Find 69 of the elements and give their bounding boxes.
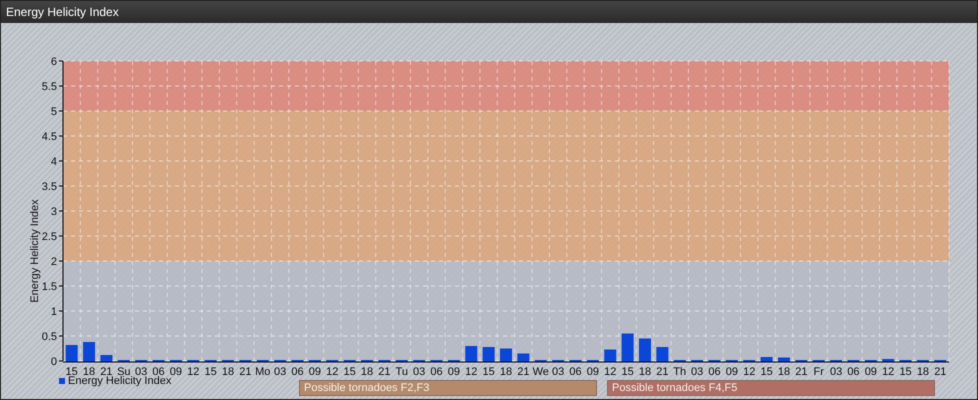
x-tick-label: 06 xyxy=(569,366,582,375)
x-tick-label: Mo xyxy=(255,366,270,375)
y-tick-label: 1.5 xyxy=(42,281,57,293)
y-tick-label: 2.5 xyxy=(42,231,57,243)
y-tick-label: 0 xyxy=(50,356,57,368)
x-tick-label: 06 xyxy=(152,366,165,375)
x-tick-label: We xyxy=(532,366,549,375)
x-tick-label: 21 xyxy=(517,366,530,375)
y-tick-label: 4 xyxy=(50,156,57,168)
y-tick-label: 5 xyxy=(50,106,57,118)
x-tick-label: 09 xyxy=(308,366,322,375)
x-tick-label: 15 xyxy=(899,366,912,375)
x-tick-label: 03 xyxy=(830,366,842,375)
x-tick-label: 15 xyxy=(760,366,773,375)
x-tick-label: Tu xyxy=(396,366,408,375)
y-tick-label: 5.5 xyxy=(42,81,57,93)
x-tick-label: 21 xyxy=(656,366,668,375)
x-tick-label: 18 xyxy=(778,366,790,375)
x-tick-label: 12 xyxy=(882,366,894,375)
x-tick-label: 12 xyxy=(465,366,478,375)
y-tick-label: 3 xyxy=(50,206,57,218)
x-tick-label: 06 xyxy=(708,366,721,375)
x-tick-label: 12 xyxy=(604,366,616,375)
x-tick-label: 09 xyxy=(448,366,460,375)
window-title: Energy Helicity Index xyxy=(1,1,977,23)
x-tick-label: 15 xyxy=(66,366,78,375)
y-tick-label: 2 xyxy=(50,256,57,268)
y-axis-title: Energy Helicity Index xyxy=(29,199,41,303)
x-tick-label: 03 xyxy=(690,366,704,375)
tornado-zone-label: Possible tornadoes F4,F5 xyxy=(607,380,935,396)
x-tick-label: 09 xyxy=(864,366,877,375)
x-tick-label: 18 xyxy=(638,366,652,375)
x-tick-label: 15 xyxy=(621,366,634,375)
x-tick-label: 06 xyxy=(291,366,304,375)
x-tick-label: 06 xyxy=(430,366,443,375)
x-tick-label: 18 xyxy=(500,366,512,375)
x-tick-label: Su xyxy=(117,366,131,375)
y-tick-label: 6 xyxy=(50,56,57,68)
x-tick-label: 21 xyxy=(378,366,391,375)
x-tick-label: 18 xyxy=(222,366,234,375)
legend-label: Energy Helicity Index xyxy=(68,375,172,387)
x-tick-label: 03 xyxy=(135,366,148,375)
x-tick-label: 18 xyxy=(916,366,930,375)
x-tick-label: 09 xyxy=(170,366,182,375)
x-tick-label: 12 xyxy=(187,366,200,375)
y-tick-label: 1 xyxy=(50,306,57,318)
x-tick-label: 12 xyxy=(326,366,338,375)
x-tick-label: 15 xyxy=(482,366,495,375)
x-tick-label: 21 xyxy=(239,366,252,375)
x-tick-label: Fr xyxy=(814,366,824,375)
x-tick-label: 03 xyxy=(274,366,286,375)
x-tick-label: 21 xyxy=(934,366,946,375)
y-tick-label: 0.5 xyxy=(42,331,57,343)
x-tick-label: 15 xyxy=(344,366,356,375)
x-tick-label: 06 xyxy=(847,366,860,375)
x-tick-label: 15 xyxy=(204,366,217,375)
x-tick-label: 21 xyxy=(100,366,113,375)
x-tick-label: 09 xyxy=(726,366,738,375)
x-tick-label: 09 xyxy=(586,366,599,375)
y-tick-label: 4.5 xyxy=(42,131,57,143)
y-tick-label: 3.5 xyxy=(42,181,57,193)
x-tick-label: 21 xyxy=(795,366,808,375)
tornado-zone-label: Possible tornadoes F2,F3 xyxy=(299,380,597,396)
x-tick-label: Th xyxy=(673,366,686,375)
x-tick-label: 18 xyxy=(360,366,374,375)
x-tick-label: 18 xyxy=(82,366,96,375)
x-tick-label: 03 xyxy=(413,366,426,375)
x-tick-label: 03 xyxy=(552,366,564,375)
x-tick-label: 12 xyxy=(743,366,756,375)
